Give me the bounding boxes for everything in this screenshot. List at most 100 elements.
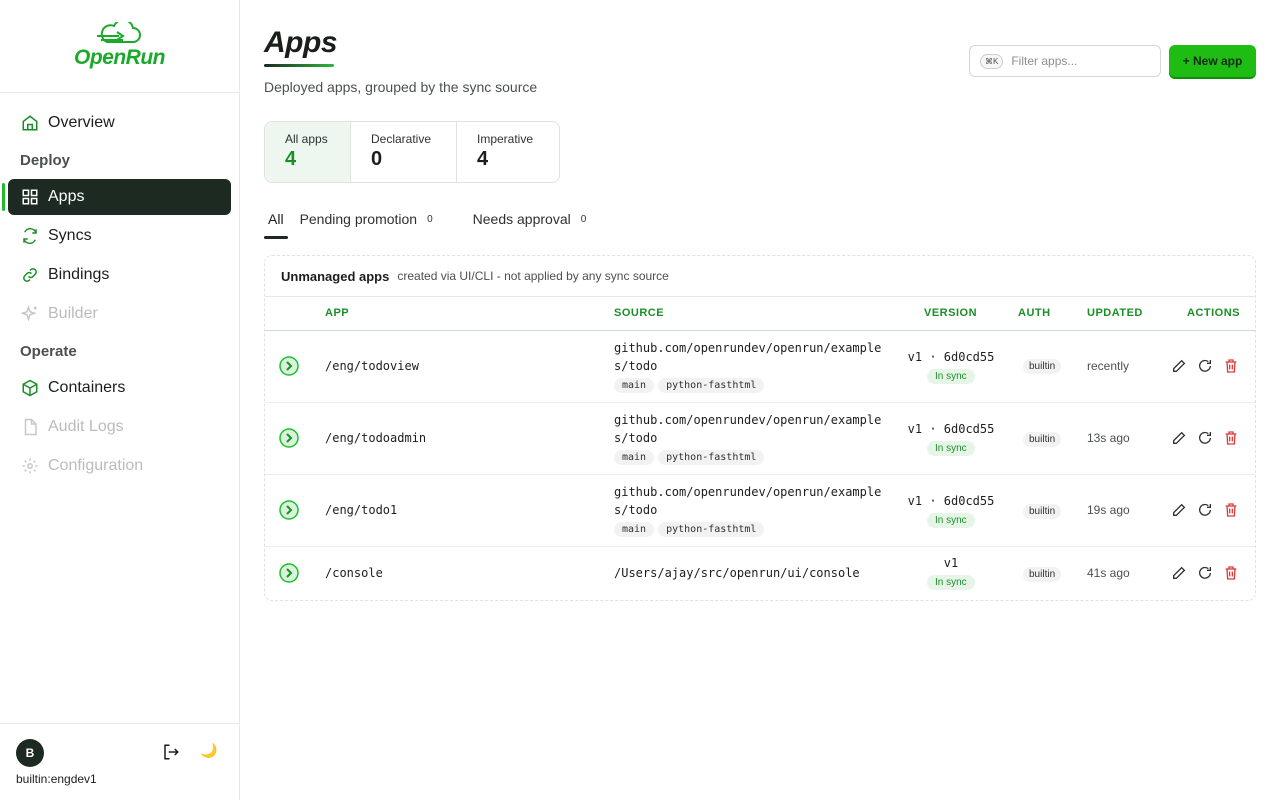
play-circle-icon[interactable] xyxy=(279,500,299,520)
sidebar-item-syncs[interactable]: Syncs xyxy=(8,218,231,254)
sidebar: OpenRun Overview Deploy Apps Syncs Bindi… xyxy=(0,0,240,800)
updated-time: 19s ago xyxy=(1087,503,1130,517)
stat-all-apps[interactable]: All apps 4 xyxy=(265,122,351,182)
spec-chip: python-fasthtml xyxy=(658,450,765,465)
version: v1 · 6d0cd55 xyxy=(907,494,995,508)
edit-icon[interactable] xyxy=(1171,358,1187,374)
sidebar-item-label: Containers xyxy=(48,379,126,396)
tab-all[interactable]: All xyxy=(264,210,288,239)
table-row[interactable]: /eng/todoview github.com/openrundev/open… xyxy=(265,331,1255,403)
tab-count: 0 xyxy=(580,214,587,225)
table-row[interactable]: /console /Users/ajay/src/openrun/ui/cons… xyxy=(265,547,1255,600)
sidebar-item-overview[interactable]: Overview xyxy=(8,105,231,141)
column-header-actions: ACTIONS xyxy=(1187,307,1240,319)
sync-badge: In sync xyxy=(927,369,975,384)
play-circle-icon[interactable] xyxy=(279,428,299,448)
sidebar-item-builder[interactable]: Builder xyxy=(8,296,231,332)
sidebar-section-operate: Operate xyxy=(20,343,77,360)
auth-badge: builtin xyxy=(1023,359,1062,374)
auth-badge: builtin xyxy=(1023,432,1062,447)
spec-chip: python-fasthtml xyxy=(658,522,765,537)
app-name[interactable]: /eng/todoview xyxy=(325,359,419,373)
source-path: /Users/ajay/src/openrun/ui/console xyxy=(614,566,860,580)
stat-label: All apps xyxy=(285,132,328,146)
edit-icon[interactable] xyxy=(1171,565,1187,581)
sidebar-item-containers[interactable]: Containers xyxy=(8,370,231,406)
tab-count: 0 xyxy=(427,214,433,225)
updated-time: 13s ago xyxy=(1087,431,1130,445)
title-underline xyxy=(264,64,334,67)
logout-icon[interactable] xyxy=(162,743,180,761)
sync-icon xyxy=(20,226,40,246)
edit-icon[interactable] xyxy=(1171,502,1187,518)
column-header-source[interactable]: SOURCE xyxy=(614,307,664,319)
username: builtin:engdev1 xyxy=(16,772,97,786)
edit-icon[interactable] xyxy=(1171,430,1187,446)
source-chips: main python-fasthtml xyxy=(614,522,768,537)
trash-icon[interactable] xyxy=(1223,358,1239,374)
avatar[interactable]: B xyxy=(16,739,44,767)
page-title: Apps xyxy=(264,26,338,59)
filter-box[interactable]: ⌘K xyxy=(969,45,1161,77)
logo[interactable]: OpenRun xyxy=(0,0,239,93)
moon-icon[interactable]: 🌙 xyxy=(200,742,217,759)
box-icon xyxy=(20,378,40,398)
version: v1 · 6d0cd55 xyxy=(907,350,995,364)
branch-chip: main xyxy=(614,378,655,393)
link-icon xyxy=(20,265,40,285)
trash-icon[interactable] xyxy=(1223,430,1239,446)
spec-chip: python-fasthtml xyxy=(658,378,765,393)
sidebar-item-apps[interactable]: Apps xyxy=(2,179,231,215)
app-name[interactable]: /console xyxy=(325,566,383,580)
table-row[interactable]: /eng/todo1 github.com/openrundev/openrun… xyxy=(265,475,1255,547)
updated-time: 41s ago xyxy=(1087,566,1130,580)
refresh-icon[interactable] xyxy=(1197,502,1213,518)
main-content: Apps Deployed apps, grouped by the sync … xyxy=(264,0,1256,800)
column-header-app[interactable]: APP xyxy=(325,307,349,319)
cloud-logo-icon xyxy=(96,22,141,43)
column-header-version[interactable]: VERSION xyxy=(924,307,977,319)
user-area: B 🌙 builtin:engdev1 xyxy=(0,723,240,800)
sidebar-item-audit-logs[interactable]: Audit Logs xyxy=(8,409,231,445)
sidebar-item-bindings[interactable]: Bindings xyxy=(8,257,231,293)
tab-label: Needs approval xyxy=(472,211,571,227)
auth-badge: builtin xyxy=(1023,504,1062,519)
panel-title: Unmanaged apps xyxy=(281,268,390,284)
column-header-auth[interactable]: AUTH xyxy=(1018,307,1051,319)
tab-needs-approval[interactable]: Needs approval 0 xyxy=(469,210,591,239)
refresh-icon[interactable] xyxy=(1197,565,1213,581)
branch-chip: main xyxy=(614,522,655,537)
source-path-line: s/todo xyxy=(614,359,658,373)
stats-bar: All apps 4 Declarative 0 Imperative 4 xyxy=(264,121,560,183)
stat-value: 4 xyxy=(477,148,489,170)
trash-icon[interactable] xyxy=(1223,565,1239,581)
source-chips: main python-fasthtml xyxy=(614,450,768,465)
trash-icon[interactable] xyxy=(1223,502,1239,518)
sidebar-item-label: Overview xyxy=(48,114,115,131)
shortcut-badge: ⌘K xyxy=(980,53,1004,69)
stat-label: Declarative xyxy=(371,132,432,146)
source-path-line: github.com/openrundev/openrun/example xyxy=(614,485,882,499)
refresh-icon[interactable] xyxy=(1197,358,1213,374)
app-name[interactable]: /eng/todo1 xyxy=(325,503,397,517)
table-row[interactable]: /eng/todoadmin github.com/openrundev/ope… xyxy=(265,403,1255,475)
stat-value: 4 xyxy=(285,148,297,170)
sidebar-item-label: Configuration xyxy=(48,457,144,474)
stat-imperative[interactable]: Imperative 4 xyxy=(457,122,559,182)
branch-chip: main xyxy=(614,450,655,465)
play-circle-icon[interactable] xyxy=(279,563,299,583)
refresh-icon[interactable] xyxy=(1197,430,1213,446)
stat-declarative[interactable]: Declarative 0 xyxy=(351,122,457,182)
new-app-button[interactable]: + New app xyxy=(1169,45,1256,77)
column-header-updated[interactable]: UPDATED xyxy=(1087,307,1143,319)
auth-badge: builtin xyxy=(1023,567,1062,582)
sidebar-item-configuration[interactable]: Configuration xyxy=(8,448,231,484)
updated-time: recently xyxy=(1087,359,1130,373)
source-path: github.com/openrundev/openrun/example s/t… xyxy=(614,483,886,519)
source-path-line: github.com/openrundev/openrun/example xyxy=(614,341,882,355)
tab-pending-promotion[interactable]: Pending promotion 0 xyxy=(296,210,437,239)
play-circle-icon[interactable] xyxy=(279,356,299,376)
unmanaged-apps-panel: Unmanaged apps created via UI/CLI - not … xyxy=(264,255,1256,601)
app-name[interactable]: /eng/todoadmin xyxy=(325,431,426,445)
filter-input[interactable] xyxy=(1011,54,1142,68)
